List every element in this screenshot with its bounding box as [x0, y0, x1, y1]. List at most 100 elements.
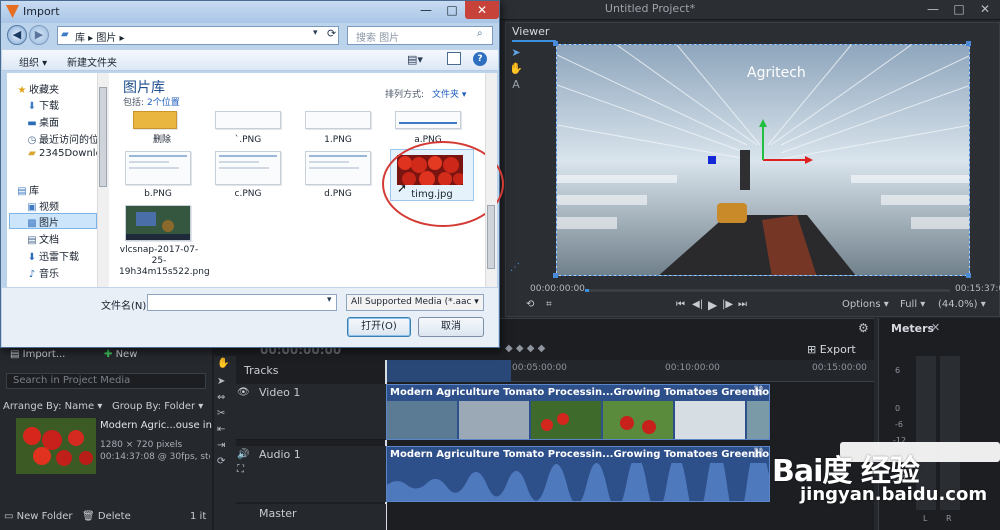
plus-icon: ✚ — [104, 349, 116, 360]
open-button[interactable]: 打开(O) — [347, 317, 411, 337]
cancel-button[interactable]: 取消 — [418, 317, 484, 337]
file-name-input[interactable] — [147, 294, 337, 311]
skip-start-icon[interactable]: ⏮ — [676, 299, 685, 310]
meter-scale: 0 — [895, 404, 901, 413]
viewer-zoom-menu[interactable]: (44.0%) ▾ — [938, 299, 986, 310]
hand-tool-icon[interactable]: ✋ — [217, 358, 229, 369]
viewer-tab[interactable]: Viewer — [512, 25, 549, 41]
roll-tool-icon[interactable]: ⇥ — [217, 440, 225, 451]
text-tool-icon[interactable]: A — [509, 78, 523, 92]
group-by-dropdown[interactable]: Group By: Folder ▾ — [112, 401, 203, 412]
back-arrow-icon[interactable]: ◀ — [7, 25, 27, 45]
file-list-scrollbar-thumb[interactable] — [487, 205, 495, 269]
change-view-icon[interactable]: ▤▾ — [407, 53, 423, 66]
loop-icon[interactable]: ⟲ — [526, 299, 534, 310]
viewer-overlay-text: Agritech — [747, 65, 806, 81]
viewer-scrub-bar[interactable] — [585, 289, 950, 292]
documents-icon: ▤ — [27, 235, 37, 246]
select-tool-icon[interactable]: ➤ — [509, 46, 523, 60]
new-media-button[interactable]: ✚ New — [104, 349, 137, 360]
file-label: vlcsnap-2017-07-25-19h34m15s522.png — [119, 245, 210, 277]
razor-tool-icon[interactable]: ✂ — [217, 408, 225, 419]
dialog-minimize-button[interactable]: — — [413, 1, 439, 19]
search-input[interactable]: 搜索 图片 — [347, 26, 493, 45]
audio-clip[interactable]: Modern Agriculture Tomato Processin...Gr… — [386, 446, 770, 502]
effects-icon[interactable]: ⛶ — [237, 464, 244, 475]
slip-tool-icon[interactable]: ⇔ — [217, 392, 225, 403]
crop-icon[interactable]: ⌗ — [546, 299, 552, 310]
timeline-selection-range[interactable] — [386, 360, 511, 382]
speed-tool-icon[interactable]: ⟳ — [217, 456, 225, 467]
minimize-button[interactable]: — — [920, 0, 946, 18]
viewer-options-menu[interactable]: Options ▾ — [842, 299, 889, 310]
dialog-maximize-button[interactable]: □ — [439, 1, 465, 19]
eye-icon[interactable]: 👁 — [237, 387, 250, 398]
media-thumbnail[interactable] — [16, 418, 96, 474]
import-media-button[interactable]: ▤ Import... — [10, 349, 65, 360]
nav-scrollbar-thumb[interactable] — [99, 87, 107, 187]
meter-scale: 6 — [895, 366, 901, 375]
meter-channel-label: R — [946, 514, 952, 523]
nav-item-favorites[interactable]: ★ 收藏夹 — [15, 81, 107, 97]
close-button[interactable]: ✕ — [972, 0, 998, 18]
file-item[interactable]: vlcsnap-2017-07-25-19h34m15s522.png — [115, 205, 210, 277]
video-preview[interactable]: Agritech — [556, 44, 970, 276]
ripple-tool-icon[interactable]: ⇤ — [217, 424, 225, 435]
image-thumbnail — [395, 111, 461, 129]
file-item[interactable]: d.PNG — [295, 151, 375, 219]
select-tool-icon[interactable]: ➤ — [217, 376, 225, 387]
forward-arrow-icon[interactable]: ▶ — [29, 25, 49, 45]
file-type-select[interactable]: All Supported Media (*.aac ▾ — [346, 294, 484, 311]
marker-icons[interactable]: ◆ ◆ ◆ ◆ — [505, 343, 545, 354]
refresh-icon[interactable]: ⟳ — [327, 27, 336, 40]
export-button[interactable]: ⊞ Export — [807, 343, 856, 356]
image-thumbnail — [305, 111, 371, 129]
new-folder-button[interactable]: ▭ New Folder — [4, 511, 73, 522]
step-back-icon[interactable]: ◀| — [692, 299, 703, 310]
video-clip[interactable]: Modern Agriculture Tomato Processin...Gr… — [386, 384, 770, 440]
transform-handle[interactable] — [553, 41, 558, 46]
resize-grip-icon[interactable]: ⋰ — [510, 262, 520, 273]
viewer-scrub-progress — [585, 289, 589, 292]
meter-scale: -6 — [895, 420, 903, 429]
timeline-settings-icon[interactable]: ⚙ — [858, 321, 869, 335]
image-thumbnail — [215, 111, 281, 129]
organize-menu[interactable]: 组织 ▾ — [19, 54, 47, 69]
music-icon: ♪ — [28, 269, 36, 280]
media-search-input[interactable]: Search in Project Media — [6, 373, 206, 389]
transform-handle[interactable] — [966, 41, 971, 46]
viewer-quality-menu[interactable]: Full ▾ — [900, 299, 925, 310]
link-icon: ⛓ — [752, 448, 765, 459]
preview-pane-icon[interactable] — [447, 52, 461, 65]
step-forward-icon[interactable]: |▶ — [722, 299, 733, 310]
clip-title: Modern Agriculture Tomato Processin...Gr… — [390, 449, 770, 460]
nav-item-libraries[interactable]: ▤ 库 — [15, 182, 107, 198]
trash-icon: 🗑 — [82, 511, 98, 522]
transform-handle[interactable] — [553, 273, 558, 278]
ruler-label: 00:05:00:00 — [512, 363, 567, 373]
close-icon[interactable]: ✕ — [931, 321, 940, 334]
image-thumbnail — [125, 205, 191, 241]
hand-tool-icon[interactable]: ✋ — [509, 62, 523, 76]
maximize-button[interactable]: □ — [946, 0, 972, 18]
download-folder-icon: ⬇ — [27, 101, 37, 112]
library-title: 图片库 — [123, 80, 165, 96]
arrange-by-dropdown[interactable]: Arrange By: Name ▾ — [3, 401, 102, 412]
chevron-down-icon[interactable]: ▾ — [327, 295, 332, 305]
help-icon[interactable]: ? — [473, 52, 487, 66]
dialog-close-button[interactable]: ✕ — [465, 1, 499, 19]
skip-end-icon[interactable]: ⏭ — [738, 299, 747, 310]
meters-tab[interactable]: Meters — [891, 322, 934, 335]
play-icon[interactable]: ▶ — [708, 298, 717, 312]
transform-handle[interactable] — [966, 273, 971, 278]
watermark-url: jingyan.baidu.com — [800, 484, 988, 505]
file-label: 1.PNG — [324, 135, 352, 145]
breadcrumb[interactable]: 库 ▸ 图片 ▸ — [75, 29, 125, 44]
chevron-down-icon[interactable]: ▾ — [313, 28, 318, 38]
search-icon[interactable]: ⌕ — [477, 28, 483, 39]
file-label: 删除 — [152, 135, 171, 145]
delete-button[interactable]: 🗑 Delete — [82, 511, 131, 522]
new-folder-button[interactable]: 新建文件夹 — [67, 54, 117, 69]
file-item[interactable]: c.PNG — [205, 151, 285, 219]
speaker-icon[interactable]: 🔊 — [237, 449, 249, 460]
